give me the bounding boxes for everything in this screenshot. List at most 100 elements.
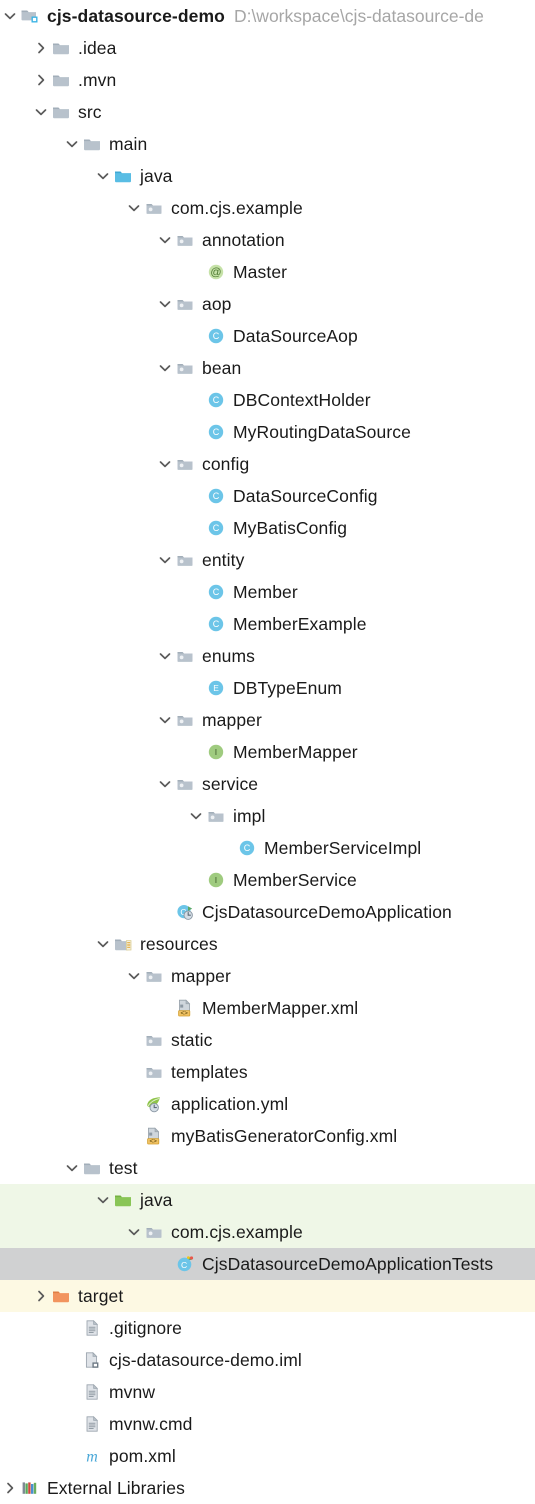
tree-row-dbtypeenum[interactable]: E DBTypeEnum bbox=[0, 672, 535, 704]
tree-row-membermapper[interactable]: I MemberMapper bbox=[0, 736, 535, 768]
tree-row-templates[interactable]: templates bbox=[0, 1056, 535, 1088]
tree-row-java[interactable]: java bbox=[0, 1184, 535, 1216]
xml-file-icon: <> bbox=[175, 998, 195, 1018]
tree-row-mvnw[interactable]: mvnw bbox=[0, 1376, 535, 1408]
chevron-down-icon[interactable] bbox=[157, 712, 173, 728]
class-icon: C bbox=[206, 518, 226, 538]
chevron-down-icon[interactable] bbox=[157, 552, 173, 568]
tree-row-mapper[interactable]: mapper bbox=[0, 704, 535, 736]
resources-folder-icon bbox=[113, 934, 133, 954]
tree-row-datasourceconfig[interactable]: C DataSourceConfig bbox=[0, 480, 535, 512]
chevron-down-icon[interactable] bbox=[33, 104, 49, 120]
tree-row-mybatisgeneratorconfig-xml[interactable]: <> myBatisGeneratorConfig.xml bbox=[0, 1120, 535, 1152]
interface-icon: I bbox=[206, 742, 226, 762]
class-icon: C bbox=[237, 838, 257, 858]
tree-row-label: MemberServiceImpl bbox=[264, 838, 422, 858]
folder-orange-icon bbox=[51, 1286, 71, 1306]
chevron-down-icon[interactable] bbox=[2, 8, 18, 24]
svg-text:m: m bbox=[86, 1449, 98, 1466]
tree-row-cjs-datasource-demo[interactable]: cjs-datasource-demo D:\workspace\cjs-data… bbox=[0, 0, 535, 32]
chevron-down-icon[interactable] bbox=[126, 968, 142, 984]
tree-row-label: DBTypeEnum bbox=[233, 678, 342, 698]
chevron-down-icon[interactable] bbox=[157, 456, 173, 472]
tree-row-bean[interactable]: bean bbox=[0, 352, 535, 384]
chevron-down-icon[interactable] bbox=[157, 296, 173, 312]
tree-row-master[interactable]: @ Master bbox=[0, 256, 535, 288]
spring-yaml-icon bbox=[144, 1094, 164, 1114]
tree-row-mvn[interactable]: .mvn bbox=[0, 64, 535, 96]
chevron-down-icon[interactable] bbox=[64, 136, 80, 152]
tree-row-config[interactable]: config bbox=[0, 448, 535, 480]
tree-row-static[interactable]: static bbox=[0, 1024, 535, 1056]
package-icon bbox=[144, 966, 164, 986]
package-icon bbox=[175, 454, 195, 474]
tree-row-main[interactable]: main bbox=[0, 128, 535, 160]
chevron-down-icon[interactable] bbox=[64, 1160, 80, 1176]
module-folder-icon bbox=[20, 6, 40, 26]
tree-row-idea[interactable]: .idea bbox=[0, 32, 535, 64]
tree-row-pom-xml[interactable]: m pom.xml bbox=[0, 1440, 535, 1472]
tree-row-myroutingdatasource[interactable]: C MyRoutingDataSource bbox=[0, 416, 535, 448]
chevron-down-icon[interactable] bbox=[157, 360, 173, 376]
chevron-down-icon[interactable] bbox=[157, 648, 173, 664]
tree-row-target[interactable]: target bbox=[0, 1280, 535, 1312]
tree-row-label: resources bbox=[140, 934, 218, 954]
text-file-icon bbox=[82, 1414, 102, 1434]
chevron-down-icon[interactable] bbox=[95, 1192, 111, 1208]
tree-row-resources[interactable]: resources bbox=[0, 928, 535, 960]
chevron-right-icon[interactable] bbox=[2, 1480, 18, 1496]
svg-text:C: C bbox=[181, 1260, 187, 1270]
chevron-right-icon[interactable] bbox=[33, 72, 49, 88]
chevron-right-icon[interactable] bbox=[33, 1288, 49, 1304]
tree-row-label: pom.xml bbox=[109, 1446, 176, 1466]
package-icon bbox=[144, 198, 164, 218]
chevron-down-icon[interactable] bbox=[157, 776, 173, 792]
tree-row-member[interactable]: C Member bbox=[0, 576, 535, 608]
tree-row-enums[interactable]: enums bbox=[0, 640, 535, 672]
tree-row-memberservice[interactable]: I MemberService bbox=[0, 864, 535, 896]
tree-row-aop[interactable]: aop bbox=[0, 288, 535, 320]
chevron-down-icon[interactable] bbox=[188, 808, 204, 824]
tree-row-test[interactable]: test bbox=[0, 1152, 535, 1184]
tree-row-label: .idea bbox=[78, 38, 117, 58]
tree-row-dbcontextholder[interactable]: C DBContextHolder bbox=[0, 384, 535, 416]
tree-row-label: config bbox=[202, 454, 250, 474]
tree-row-cjs-datasource-demo-iml[interactable]: cjs-datasource-demo.iml bbox=[0, 1344, 535, 1376]
package-icon bbox=[206, 806, 226, 826]
tree-row-label: MemberService bbox=[233, 870, 357, 890]
tree-row-cjsdatasourcedemoapplicationtests[interactable]: C CjsDatasourceDemoApplicationTests bbox=[0, 1248, 535, 1280]
tree-row-application-yml[interactable]: application.yml bbox=[0, 1088, 535, 1120]
tree-row-memberserviceimpl[interactable]: C MemberServiceImpl bbox=[0, 832, 535, 864]
chevron-down-icon[interactable] bbox=[95, 168, 111, 184]
tree-row-datasourceaop[interactable]: C DataSourceAop bbox=[0, 320, 535, 352]
chevron-right-icon[interactable] bbox=[33, 40, 49, 56]
svg-text:<>: <> bbox=[180, 1010, 188, 1017]
tree-row-cjsdatasourcedemoapplication[interactable]: C CjsDatasourceDemoApplication bbox=[0, 896, 535, 928]
tree-row-membermapper-xml[interactable]: <> MemberMapper.xml bbox=[0, 992, 535, 1024]
tree-row-gitignore[interactable]: .gitignore bbox=[0, 1312, 535, 1344]
chevron-down-icon[interactable] bbox=[157, 232, 173, 248]
tree-row-impl[interactable]: impl bbox=[0, 800, 535, 832]
package-icon bbox=[144, 1062, 164, 1082]
tree-row-external-libraries[interactable]: External Libraries bbox=[0, 1472, 535, 1504]
text-file-icon bbox=[82, 1382, 102, 1402]
tree-row-label: DataSourceConfig bbox=[233, 486, 378, 506]
tree-row-com-cjs-example[interactable]: com.cjs.example bbox=[0, 1216, 535, 1248]
chevron-down-icon[interactable] bbox=[126, 1224, 142, 1240]
chevron-down-icon[interactable] bbox=[126, 200, 142, 216]
tree-row-memberexample[interactable]: C MemberExample bbox=[0, 608, 535, 640]
tree-row-label: .gitignore bbox=[109, 1318, 182, 1338]
tree-row-service[interactable]: service bbox=[0, 768, 535, 800]
tree-row-annotation[interactable]: annotation bbox=[0, 224, 535, 256]
tree-row-label: com.cjs.example bbox=[171, 198, 303, 218]
annotation-icon: @ bbox=[206, 262, 226, 282]
project-tree-panel[interactable]: cjs-datasource-demo D:\workspace\cjs-data… bbox=[0, 0, 535, 1499]
tree-row-com-cjs-example[interactable]: com.cjs.example bbox=[0, 192, 535, 224]
chevron-down-icon[interactable] bbox=[95, 936, 111, 952]
tree-row-mvnw-cmd[interactable]: mvnw.cmd bbox=[0, 1408, 535, 1440]
tree-row-src[interactable]: src bbox=[0, 96, 535, 128]
tree-row-mybatisconfig[interactable]: C MyBatisConfig bbox=[0, 512, 535, 544]
tree-row-mapper[interactable]: mapper bbox=[0, 960, 535, 992]
tree-row-java[interactable]: java bbox=[0, 160, 535, 192]
tree-row-entity[interactable]: entity bbox=[0, 544, 535, 576]
